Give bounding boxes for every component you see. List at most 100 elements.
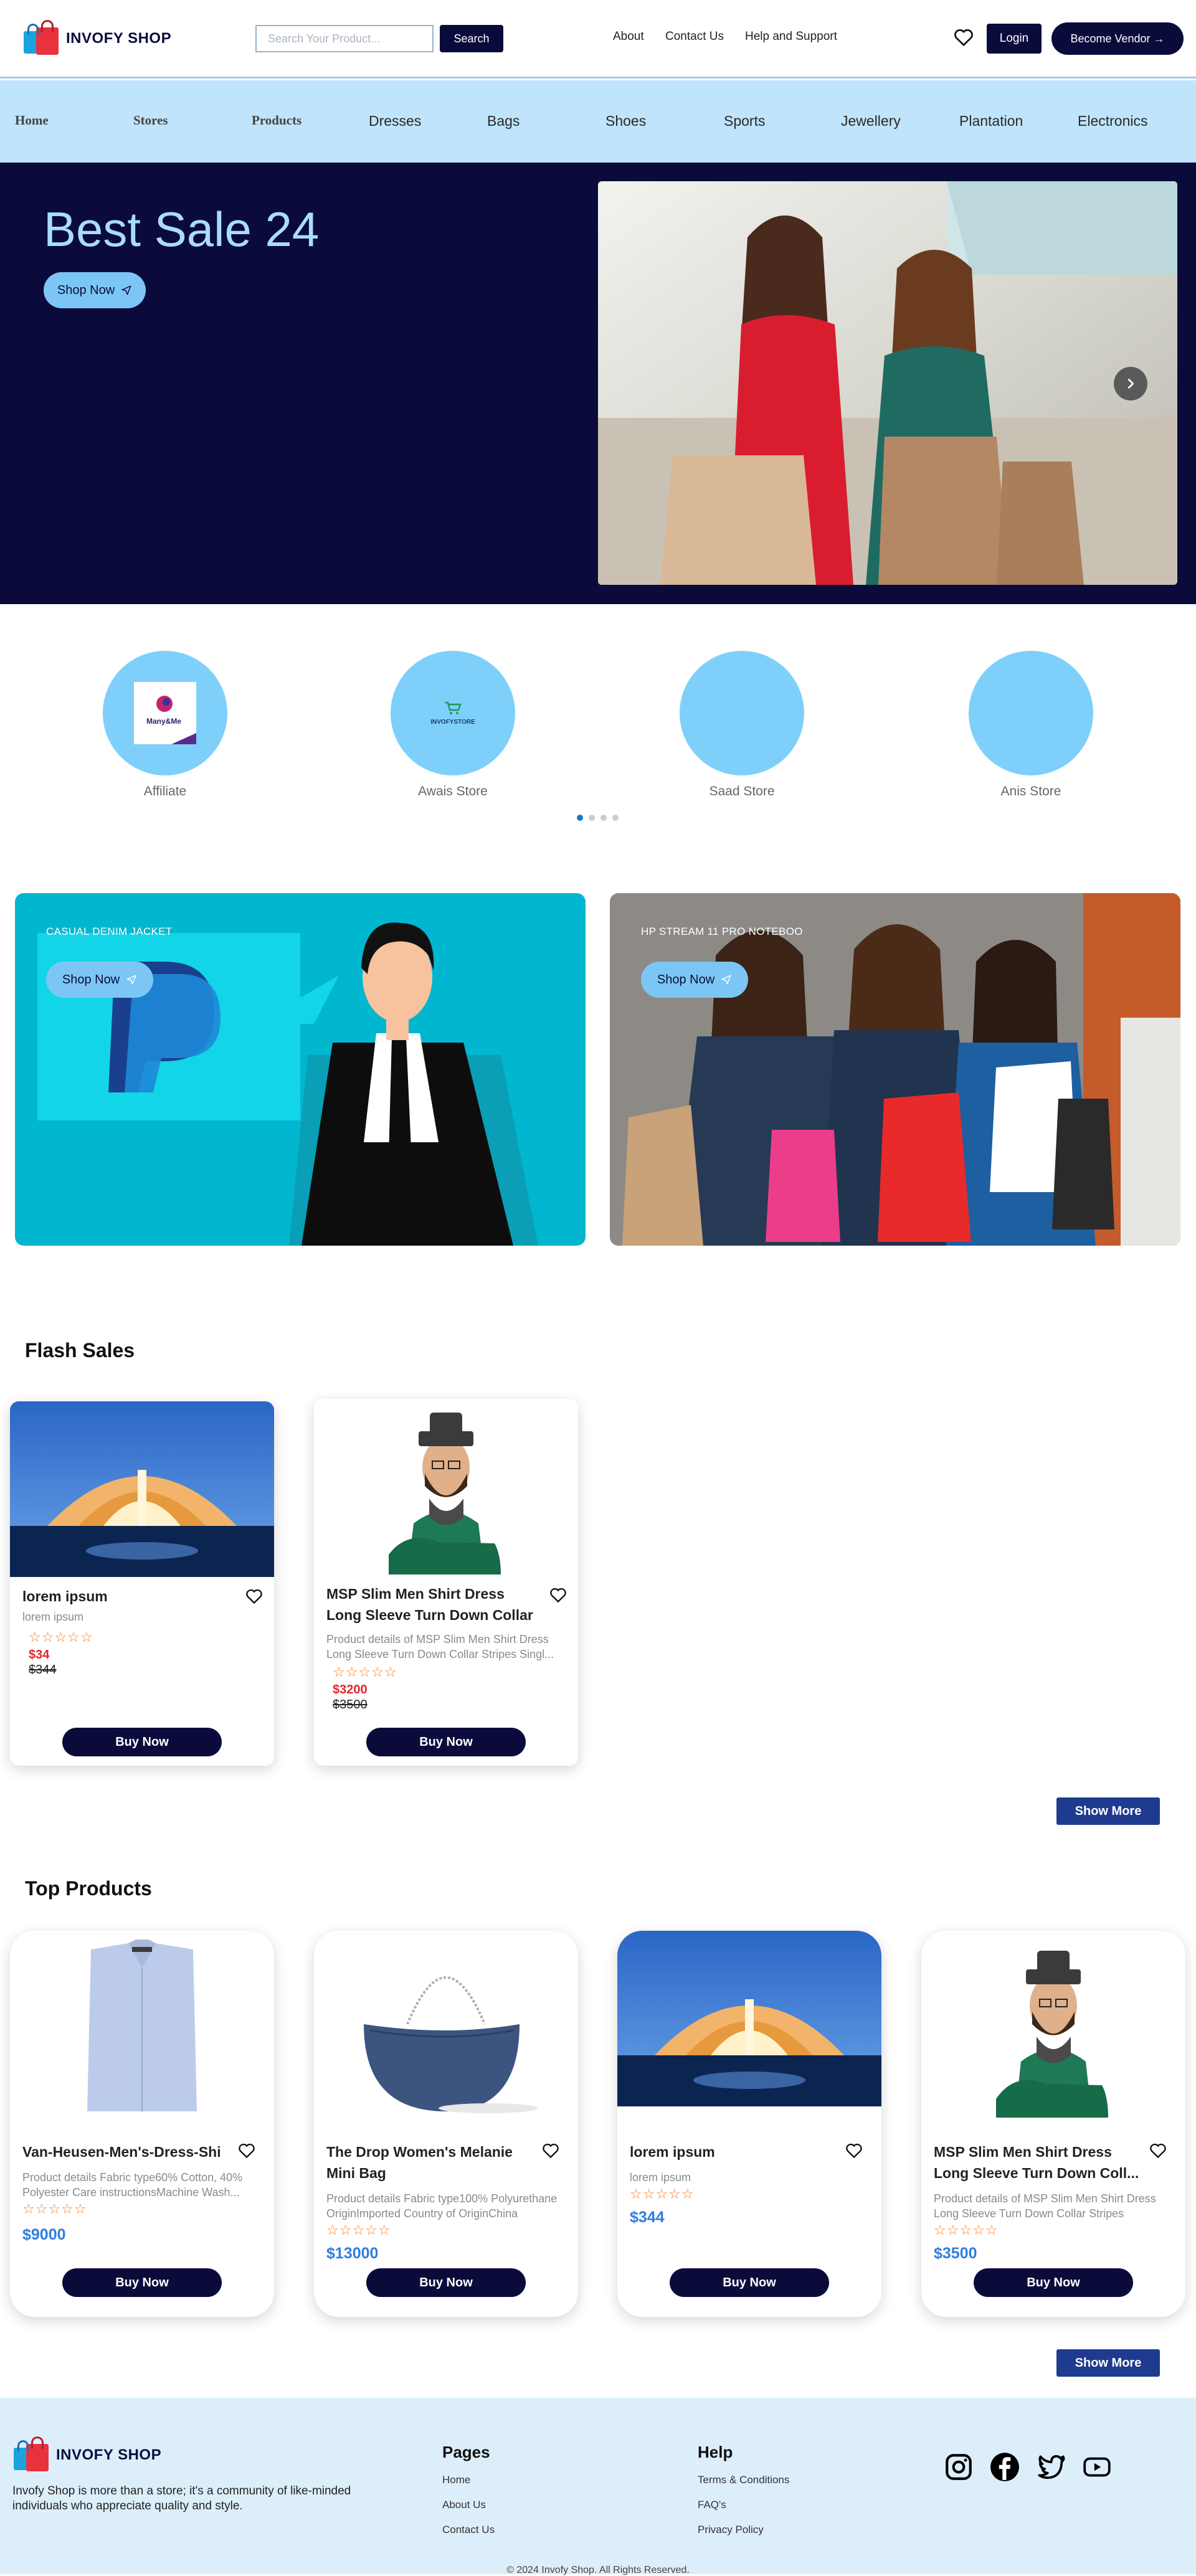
wishlist-heart-icon[interactable] — [845, 2143, 863, 2159]
become-vendor-button[interactable]: Become Vendor → — [1051, 22, 1184, 55]
nav-stores[interactable]: Stores — [133, 113, 168, 128]
product-price: $9000 — [22, 2226, 66, 2243]
nav-home[interactable]: Home — [15, 113, 49, 128]
search-button[interactable]: Search — [440, 25, 503, 52]
help-support-link[interactable]: Help and Support — [745, 30, 837, 44]
cart-icon — [445, 701, 462, 714]
product-image-man-green-sweater — [921, 1931, 1185, 2118]
promo-label: HP STREAM 11 PRO NOTEBOO — [641, 926, 803, 937]
carousel-dot-active[interactable] — [577, 815, 583, 821]
wishlist-heart-icon[interactable] — [542, 2143, 559, 2159]
nav-sports[interactable]: Sports — [724, 113, 765, 130]
promo-shop-now-button[interactable]: Shop Now — [641, 962, 748, 998]
login-button[interactable]: Login — [987, 24, 1042, 54]
footer-link-contact[interactable]: Contact Us — [442, 2524, 495, 2536]
send-icon — [126, 975, 136, 985]
footer-link-home[interactable]: Home — [442, 2474, 470, 2486]
store-logo-circle — [680, 651, 804, 775]
product-title[interactable]: The Drop Women's Melanie Mini Bag — [326, 2141, 538, 2185]
store-label: Affiliate — [143, 784, 187, 798]
hero-shop-now-button[interactable]: Shop Now — [44, 272, 146, 308]
product-title[interactable]: lorem ipsum — [630, 2141, 842, 2162]
product-image-man-green-sweater — [314, 1399, 578, 1574]
promo-banner-notebook[interactable]: HP STREAM 11 PRO NOTEBOO Shop Now — [610, 893, 1180, 1246]
product-title[interactable]: Van-Heusen-Men's-Dress-Shir — [22, 2141, 222, 2162]
footer-link-faq[interactable]: FAQ's — [698, 2499, 726, 2511]
wishlist-heart-icon[interactable] — [1149, 2143, 1167, 2159]
rating-stars: ☆☆☆☆☆ — [326, 2222, 391, 2238]
nav-bags[interactable]: Bags — [487, 113, 520, 130]
about-link[interactable]: About — [613, 30, 644, 44]
product-description: Product details of MSP Slim Men Shirt Dr… — [326, 1633, 554, 1660]
instagram-icon[interactable] — [943, 2451, 974, 2483]
product-description: Product details of MSP Slim Men Shirt Dr… — [934, 2192, 1156, 2220]
nav-electronics[interactable]: Electronics — [1078, 113, 1147, 130]
hero-banner: Best Sale 24 Shop Now — [0, 163, 1196, 604]
brand-logo[interactable]: INVOFY SHOP — [21, 20, 171, 57]
promo-image-businessman — [37, 922, 538, 1246]
hero-title: Best Sale 24 — [44, 202, 320, 257]
site-footer: INVOFY SHOP Invofy Shop is more than a s… — [0, 2398, 1196, 2575]
search-input[interactable] — [255, 25, 434, 52]
flash-product-card[interactable]: MSP Slim Men Shirt Dress Long Sleeve Tur… — [314, 1399, 578, 1766]
top-product-card[interactable]: The Drop Women's Melanie Mini Bag Produc… — [314, 1931, 578, 2317]
rating-stars: ☆☆☆☆☆ — [22, 2201, 87, 2217]
top-show-more-button[interactable]: Show More — [1056, 2349, 1160, 2377]
store-awais[interactable]: INVOFYSTORE Awais Store — [391, 651, 515, 799]
carousel-dot[interactable] — [612, 815, 619, 821]
footer-link-terms[interactable]: Terms & Conditions — [698, 2474, 789, 2486]
wishlist-heart-icon[interactable] — [245, 1588, 263, 1604]
carousel-dot[interactable] — [589, 815, 595, 821]
facebook-icon[interactable] — [989, 2451, 1020, 2483]
product-title[interactable]: MSP Slim Men Shirt Dress Long Sleeve Tur… — [326, 1583, 538, 1627]
product-title[interactable]: MSP Slim Men Shirt Dress Long Sleeve Tur… — [934, 2141, 1146, 2185]
youtube-icon[interactable] — [1081, 2451, 1113, 2483]
product-image-monument — [10, 1401, 274, 1577]
footer-pages-heading: Pages — [442, 2443, 490, 2461]
store-anis[interactable]: Anis Store — [969, 651, 1093, 799]
product-title[interactable]: lorem ipsum — [22, 1586, 234, 1607]
carousel-dot[interactable] — [600, 815, 607, 821]
contact-link[interactable]: Contact Us — [665, 30, 724, 44]
footer-link-privacy[interactable]: Privacy Policy — [698, 2524, 764, 2536]
shop-now-label: Shop Now — [657, 972, 715, 987]
wishlist-heart-icon[interactable] — [549, 1587, 567, 1603]
wishlist-heart-icon[interactable] — [238, 2143, 255, 2159]
flash-show-more-button[interactable]: Show More — [1056, 1797, 1160, 1825]
flash-product-card[interactable]: lorem ipsum lorem ipsum ☆☆☆☆☆ $34 $344 B… — [10, 1401, 274, 1766]
top-product-card[interactable]: Van-Heusen-Men's-Dress-Shir Product deta… — [10, 1931, 274, 2317]
footer-brand-logo[interactable]: INVOFY SHOP — [11, 2436, 161, 2474]
store-logo-circle: Many&Me — [103, 651, 227, 775]
buy-now-button[interactable]: Buy Now — [366, 2268, 526, 2297]
nav-jewellery[interactable]: Jewellery — [841, 113, 901, 130]
promo-label: CASUAL DENIM JACKET — [46, 926, 173, 937]
wishlist-heart-icon[interactable] — [953, 28, 974, 47]
carousel-next-button[interactable] — [1114, 367, 1147, 400]
footer-help-heading: Help — [698, 2443, 733, 2461]
top-product-card[interactable]: MSP Slim Men Shirt Dress Long Sleeve Tur… — [921, 1931, 1185, 2317]
buy-now-button[interactable]: Buy Now — [974, 2268, 1133, 2297]
nav-dresses[interactable]: Dresses — [369, 113, 421, 130]
buy-now-button[interactable]: Buy Now — [670, 2268, 829, 2297]
chevron-right-icon — [1127, 379, 1134, 389]
store-affiliate[interactable]: Many&Me Affiliate — [103, 651, 227, 799]
invofystore-logo: INVOFYSTORE — [430, 701, 475, 726]
original-price: $344 — [29, 1663, 57, 1677]
store-saad[interactable]: Saad Store — [680, 651, 804, 799]
promo-image-shopping-girls — [610, 893, 1180, 1246]
footer-link-about[interactable]: About Us — [442, 2499, 486, 2511]
shopping-bag-icon — [21, 20, 61, 57]
top-products-title: Top Products — [25, 1877, 152, 1900]
buy-now-button[interactable]: Buy Now — [62, 2268, 222, 2297]
nav-shoes[interactable]: Shoes — [605, 113, 646, 130]
footer-about-text: Invofy Shop is more than a store; it's a… — [12, 2484, 351, 2512]
nav-plantation[interactable]: Plantation — [959, 113, 1023, 130]
twitter-icon[interactable] — [1035, 2451, 1066, 2483]
nav-products[interactable]: Products — [252, 113, 301, 128]
promo-banner-denim[interactable]: CASUAL DENIM JACKET Shop Now — [15, 893, 586, 1246]
buy-now-button[interactable]: Buy Now — [366, 1728, 526, 1756]
product-price: $3500 — [934, 2245, 977, 2262]
top-product-card[interactable]: lorem ipsum lorem ipsum ☆☆☆☆☆ $344 Buy N… — [617, 1931, 881, 2317]
buy-now-button[interactable]: Buy Now — [62, 1728, 222, 1756]
promo-shop-now-button[interactable]: Shop Now — [46, 962, 153, 998]
